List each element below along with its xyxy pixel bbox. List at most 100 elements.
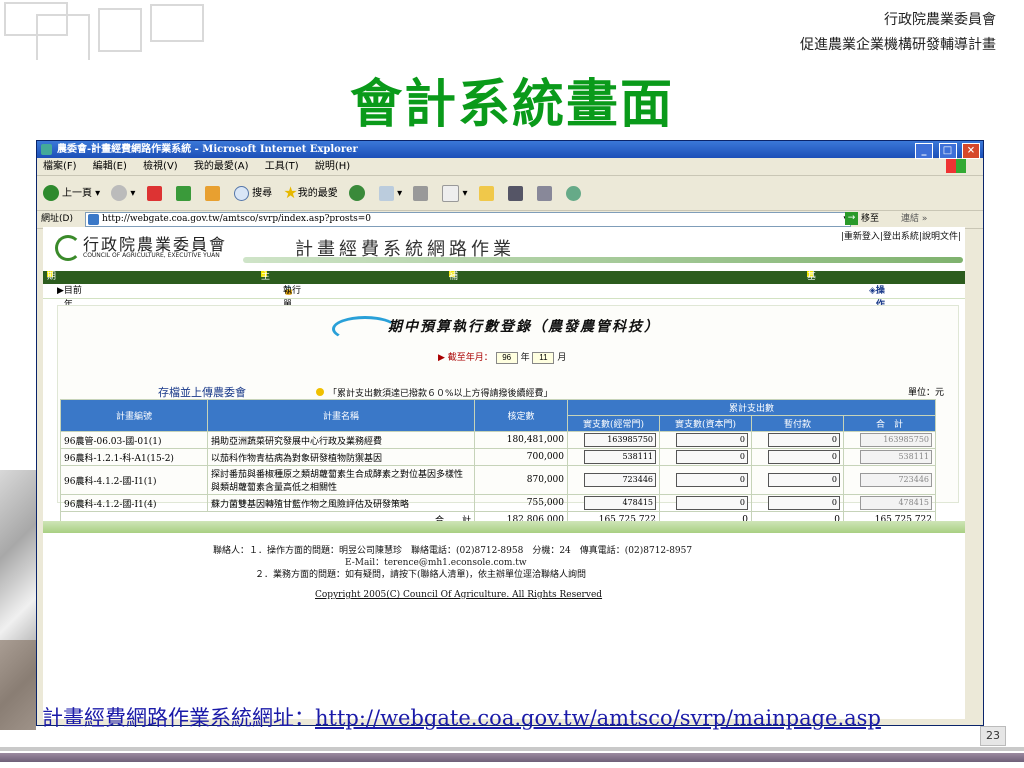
header-approved: 核定數 bbox=[474, 399, 568, 432]
search-icon bbox=[234, 185, 250, 201]
month-input[interactable] bbox=[532, 351, 555, 364]
header-wave bbox=[243, 257, 963, 263]
capital-input[interactable]: 0 bbox=[676, 473, 748, 487]
header-regular: 實支數(經常門) bbox=[567, 415, 660, 432]
favorites-button[interactable]: ★我的最愛 bbox=[283, 176, 337, 211]
edit-button[interactable]: ▾ bbox=[442, 177, 468, 211]
home-icon bbox=[204, 185, 220, 201]
regular-input[interactable]: 478415 bbox=[584, 496, 656, 510]
menu-tools[interactable]: 工具(T) bbox=[265, 161, 299, 172]
advance-input[interactable]: 0 bbox=[768, 450, 840, 464]
info-bar: ▶ 目前年度：96年度 🔒 執行單位：亞洲蔬菜研究發展中心 ◈ 操作說明 bbox=[43, 284, 965, 394]
org-line-1: 行政院農業委員會 bbox=[884, 12, 996, 28]
total-readonly: 478415 bbox=[860, 496, 932, 510]
caption-label: 計畫經費網路作業系統網址： bbox=[42, 706, 315, 730]
mail-icon bbox=[379, 185, 395, 201]
slide-number: 23 bbox=[980, 726, 1006, 746]
home-button[interactable] bbox=[204, 177, 223, 211]
advance-input[interactable]: 0 bbox=[768, 473, 840, 487]
web-page: 行政院農業委員會 COUNCIL OF AGRICULTURE, EXECUTI… bbox=[43, 227, 965, 719]
year-input[interactable] bbox=[495, 351, 518, 364]
go-arrow-icon: → bbox=[845, 212, 858, 225]
notice-text: 「累計支出數須達已撥款６０%以上方得請撥後續經費」 bbox=[316, 386, 553, 399]
total-readonly: 723446 bbox=[860, 473, 932, 487]
cell-name: 以茄科作物青枯病為對象研發植物防禦基因 bbox=[207, 448, 475, 466]
print-icon bbox=[413, 185, 429, 201]
cell-name: 蘇力菌雙基因轉殖甘藍作物之風險評估及研發策略 bbox=[207, 494, 475, 512]
header-advance: 暫付款 bbox=[751, 415, 844, 432]
mail-button[interactable]: ▾ bbox=[379, 177, 402, 211]
research-button[interactable] bbox=[537, 177, 555, 211]
cell-code: 96農科-4.1.2-國-I1(4) bbox=[60, 494, 208, 512]
forward-button[interactable]: ▾ bbox=[111, 177, 135, 211]
menu-file[interactable]: 檔案(F) bbox=[43, 161, 77, 172]
copyright: Copyright 2005(C) Council Of Agriculture… bbox=[315, 590, 603, 600]
cell-code: 96農管-06.03-國-01(1) bbox=[60, 431, 208, 449]
messenger-button[interactable] bbox=[507, 177, 526, 211]
print-button[interactable] bbox=[413, 177, 431, 211]
org-line-2: 促進農業企業機構研發輔導計畫 bbox=[800, 37, 996, 53]
address-label: 網址(D) bbox=[41, 214, 73, 224]
capital-input[interactable]: 0 bbox=[676, 433, 748, 447]
coa-logo-icon bbox=[55, 235, 81, 261]
address-url: http://webgate.coa.gov.tw/amtsco/svrp/in… bbox=[102, 214, 372, 224]
form-banner: 期中預算執行數登錄（農發農管科技） bbox=[332, 314, 702, 342]
caption-url[interactable]: http://webgate.coa.gov.tw/amtsco/svrp/ma… bbox=[315, 706, 881, 730]
advance-input[interactable]: 0 bbox=[768, 433, 840, 447]
minimize-button[interactable]: _ bbox=[915, 143, 934, 159]
go-button[interactable]: → 移至 bbox=[845, 211, 879, 228]
capital-input[interactable]: 0 bbox=[676, 450, 748, 464]
top-links[interactable]: |重新登入|登出系統|說明文件| bbox=[841, 229, 961, 242]
windows-logo-icon bbox=[946, 159, 966, 173]
window-titlebar[interactable]: 農委會-計畫經費網路作業系統 - Microsoft Internet Expl… bbox=[37, 141, 983, 159]
ie-app-icon bbox=[41, 144, 52, 155]
regular-input[interactable]: 538111 bbox=[584, 450, 656, 464]
page-icon bbox=[88, 214, 99, 225]
table-row: 96農科-4.1.2-國-I1(1) 探討番茄與番椒種原之類胡蘿蔔素生合成酵素之… bbox=[60, 465, 936, 495]
total-readonly: 163985750 bbox=[860, 433, 932, 447]
regular-input[interactable]: 723446 bbox=[584, 473, 656, 487]
header-capital: 實支數(資本門) bbox=[659, 415, 752, 432]
folder-button[interactable] bbox=[478, 177, 497, 211]
header-name: 計畫名稱 bbox=[207, 399, 475, 432]
menu-bar: 檔案(F) 編輯(E) 檢視(V) 我的最愛(A) 工具(T) 說明(H) bbox=[37, 158, 983, 176]
menu-view[interactable]: 檢視(V) bbox=[143, 161, 178, 172]
menu-edit[interactable]: 編輯(E) bbox=[93, 161, 127, 172]
advance-input[interactable]: 0 bbox=[768, 496, 840, 510]
table-row: 96農科-1.2.1-科-A1(15-2) 以茄科作物青枯病為對象研發植物防禦基… bbox=[60, 448, 936, 466]
cell-approved: 180,481,000 bbox=[474, 431, 568, 449]
contact-line-2: ２．業務方面的問題：如有疑問，請按下(聯絡人清單)，依主辦單位逕洽聯絡人詢問 bbox=[255, 570, 587, 580]
history-button[interactable] bbox=[348, 177, 368, 211]
back-arrow-icon bbox=[43, 185, 59, 201]
back-button[interactable]: 上一頁 ▾ bbox=[43, 177, 100, 211]
users-button[interactable] bbox=[566, 177, 584, 211]
address-input[interactable]: http://webgate.coa.gov.tw/amtsco/svrp/in… bbox=[85, 212, 851, 227]
links-button[interactable]: 連結 » bbox=[901, 211, 927, 228]
close-button[interactable]: × bbox=[962, 143, 980, 159]
bottom-bar-accent bbox=[0, 753, 1024, 762]
search-button[interactable]: 搜尋 bbox=[234, 177, 272, 211]
unit-label: 單位：元 bbox=[907, 388, 944, 398]
contact-info: 聯絡人：１．操作方面的問題：明昱公司陳慧珍 聯絡電話：(02)8712-8958… bbox=[213, 545, 692, 581]
regular-input[interactable]: 163985750 bbox=[584, 433, 656, 447]
users-icon bbox=[566, 185, 582, 201]
menu-help[interactable]: 說明(H) bbox=[315, 161, 350, 172]
stop-button[interactable] bbox=[146, 177, 165, 211]
accounting-table: 計畫編號 計畫名稱 核定數 累計支出數 實支數(經常門) 實支數(資本門) 暫付… bbox=[60, 399, 936, 528]
maximize-button[interactable]: □ bbox=[938, 143, 957, 159]
logo-subtitle: COUNCIL OF AGRICULTURE, EXECUTIVE YUAN bbox=[83, 252, 220, 259]
help-link[interactable]: ◈ 操作說明 bbox=[869, 284, 885, 338]
cell-code: 96農科-4.1.2-國-I1(1) bbox=[60, 465, 208, 495]
caption: 計畫經費網路作業系統網址：http://webgate.coa.gov.tw/a… bbox=[42, 702, 881, 732]
left-decoration-bottom bbox=[0, 640, 36, 730]
capital-input[interactable]: 0 bbox=[676, 496, 748, 510]
bottom-bar bbox=[0, 747, 1024, 751]
lightbulb-icon bbox=[316, 388, 324, 396]
research-icon bbox=[537, 185, 553, 201]
header-total: 合 計 bbox=[843, 415, 936, 432]
refresh-icon bbox=[175, 185, 191, 201]
menu-favorites[interactable]: 我的最愛(A) bbox=[194, 161, 249, 172]
contact-email[interactable]: E-Mail：terence@mh1.econsole.com.tw bbox=[213, 557, 692, 569]
refresh-button[interactable] bbox=[175, 177, 194, 211]
nav-bar: 期中預算執行數管理 主管計畫撥款查詢 補助暨委辦計畫經費結報及餘款繳回 基本資料… bbox=[43, 271, 965, 477]
